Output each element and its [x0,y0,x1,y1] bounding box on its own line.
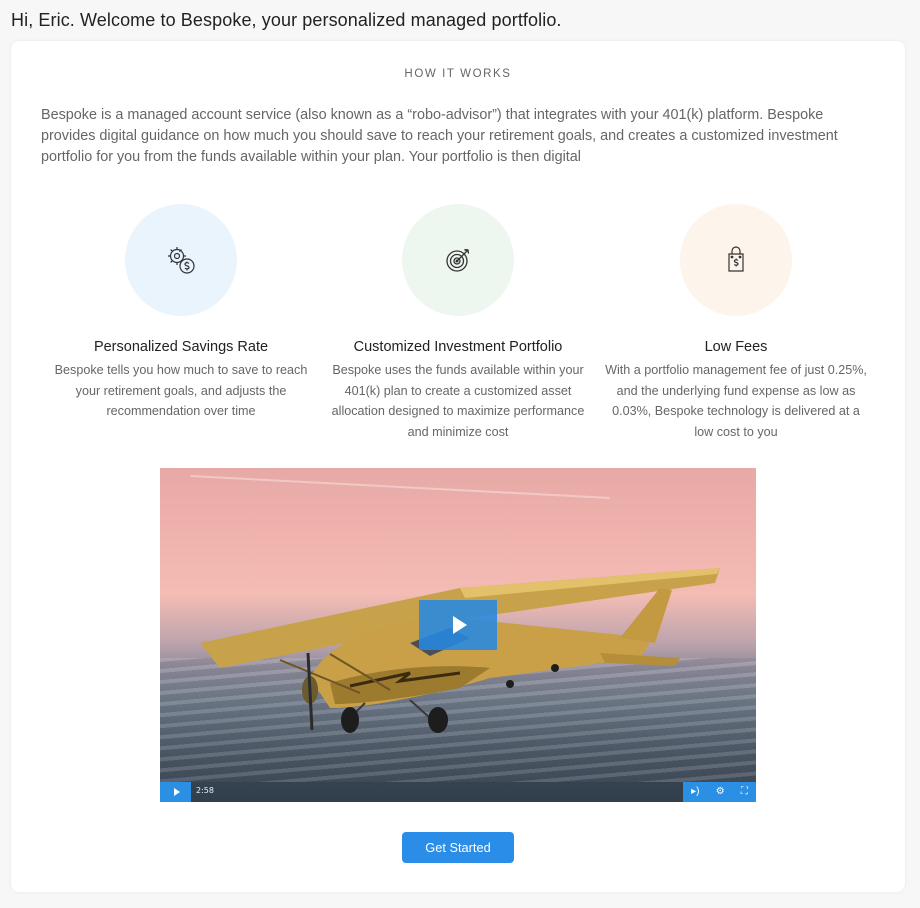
feature-title: Low Fees [704,339,768,355]
video-play-button[interactable] [419,600,497,650]
feature-title: Personalized Savings Rate [93,339,269,355]
video-duration: 2:58 [196,786,214,795]
feature-description: Bespoke uses the funds available within … [331,363,585,439]
video-right-controls: ▸) ⚙ ⛶ [683,782,756,802]
feature-icon-circle [125,204,237,316]
get-started-button[interactable]: Get Started [402,832,514,863]
control-play-button[interactable] [160,782,191,802]
fullscreen-icon[interactable]: ⛶ [741,782,748,802]
how-it-works-card: HOW IT WORKS Bespoke is a managed accoun… [11,41,905,892]
volume-icon[interactable]: ▸) [691,782,699,802]
feature-savings-rate: Personalized Savings Rate Bespoke tells … [46,204,316,422]
feature-icon-circle [680,204,792,316]
intro-video-player[interactable]: 2:58 ▸) ⚙ ⛶ [160,468,756,802]
feature-icon-circle [402,204,514,316]
feature-investment-portfolio: Customized Investment Portfolio Bespoke … [323,204,593,442]
section-eyebrow: HOW IT WORKS [404,68,512,80]
feature-description: Bespoke tells you how much to save to re… [54,363,308,418]
price-tag-icon [728,246,744,272]
video-control-bar: 2:58 ▸) ⚙ ⛶ [160,782,756,802]
play-icon [173,788,180,796]
settings-icon[interactable]: ⚙ [716,782,725,802]
target-icon [446,248,470,272]
play-icon [452,616,467,634]
feature-title: Customized Investment Portfolio [353,339,563,355]
intro-paragraph: Bespoke is a managed account service (al… [41,107,838,165]
gear-dollar-icon [168,247,195,274]
feature-low-fees: Low Fees With a portfolio management fee… [601,204,871,442]
welcome-heading: Hi, Eric. Welcome to Bespoke, your perso… [11,10,562,30]
feature-description: With a portfolio management fee of just … [605,363,867,439]
